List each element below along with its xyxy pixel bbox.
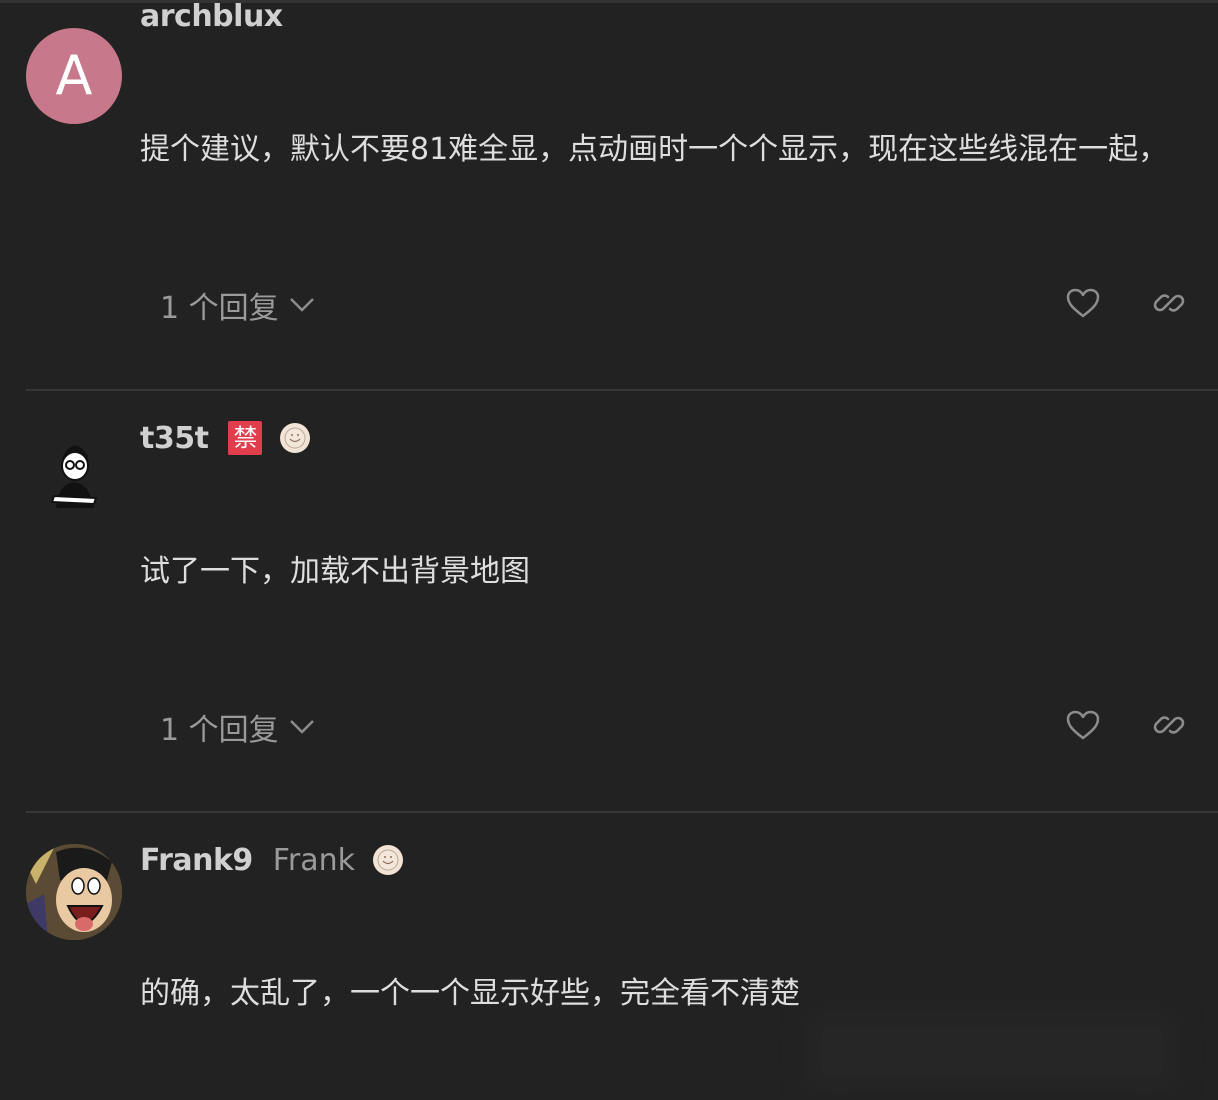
emoji-flair-icon [280, 423, 311, 453]
post-actions: 1 个回复 [140, 280, 1218, 330]
avatar[interactable]: A [26, 28, 122, 124]
chevron-down-icon [289, 296, 315, 314]
username[interactable]: Frank9 [140, 843, 253, 878]
share-link-button[interactable] [1144, 702, 1194, 752]
blurred-overlay [822, 1026, 1162, 1076]
post-author: t35t 禁 [140, 418, 311, 458]
username[interactable]: archblux [140, 0, 283, 34]
post-t35t: t35t 禁 试了一下，加载不出背景地图 1 个回复 [0, 390, 1218, 812]
post-content: 提个建议，默认不要81难全显，点动画时一个个显示，现在这些线混在一起， [140, 132, 1169, 167]
post-author: Frank9 Frank [140, 840, 403, 880]
person-sketch-icon [26, 428, 122, 524]
topic-page: A archblux 提个建议，默认不要81难全显，点动画时一个个显示，现在这些… [0, 0, 1218, 1100]
avatar[interactable] [26, 428, 122, 524]
replies-toggle-button[interactable]: 1 个回复 [160, 702, 315, 752]
heart-icon [1066, 710, 1100, 744]
post-content: 试了一下，加载不出背景地图 [140, 554, 530, 589]
link-icon [1152, 288, 1186, 322]
heart-icon [1066, 288, 1100, 322]
anime-character-icon [26, 844, 122, 940]
username[interactable]: t35t [140, 421, 209, 456]
chevron-down-icon [289, 718, 315, 736]
post-archblux: A archblux 提个建议，默认不要81难全显，点动画时一个个显示，现在这些… [0, 0, 1218, 390]
replies-label: 1 个回复 [160, 713, 279, 748]
emoji-flair-icon [372, 845, 403, 875]
post-actions: 1 个回复 [140, 702, 1218, 752]
like-button[interactable] [1058, 280, 1108, 330]
link-icon [1152, 710, 1186, 744]
ban-badge: 禁 [228, 421, 263, 455]
replies-toggle-button[interactable]: 1 个回复 [160, 280, 315, 330]
replies-label: 1 个回复 [160, 291, 279, 326]
user-fullname: Frank [272, 842, 355, 878]
share-link-button[interactable] [1144, 280, 1194, 330]
avatar[interactable] [26, 844, 122, 940]
post-author: archblux [140, 0, 283, 36]
like-button[interactable] [1058, 702, 1108, 752]
post-content: 的确，太乱了，一个一个显示好些，完全看不清楚 [140, 976, 800, 1011]
